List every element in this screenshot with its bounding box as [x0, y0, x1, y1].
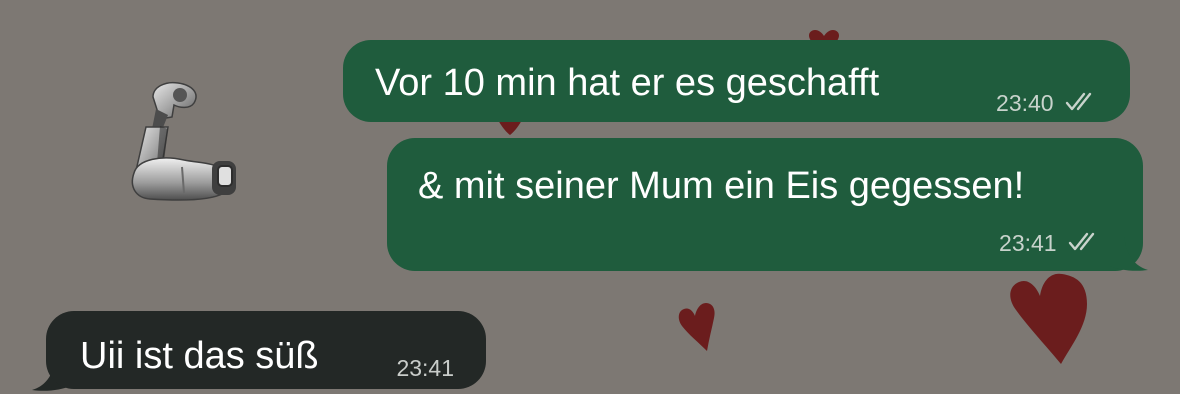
heart-icon: [1010, 273, 1087, 364]
message-meta: 23:41: [999, 230, 1101, 257]
bubble-tail: [1110, 236, 1148, 271]
message-time: 23:41: [396, 355, 454, 381]
heart-icon: [678, 303, 715, 351]
message-bubble-outgoing[interactable]: & mit seiner Mum ein Eis gegessen! 23:41: [387, 138, 1143, 271]
message-text: & mit seiner Mum ein Eis gegessen!: [418, 165, 1025, 207]
message-time: 23:41: [999, 230, 1057, 256]
message-bubble-outgoing[interactable]: Vor 10 min hat er es geschafft 23:40: [343, 40, 1130, 122]
message-text: Vor 10 min hat er es geschafft: [375, 62, 880, 104]
double-check-icon: [1065, 92, 1092, 111]
message-text: Uii ist das süß: [80, 335, 319, 377]
message-bubble-incoming[interactable]: Uii ist das süß 23:41: [46, 311, 486, 389]
message-time: 23:40: [996, 90, 1054, 116]
message-meta: 23:40: [996, 90, 1098, 117]
double-check-icon: [1068, 232, 1095, 251]
mechanical-arm-emoji: [131, 81, 236, 201]
